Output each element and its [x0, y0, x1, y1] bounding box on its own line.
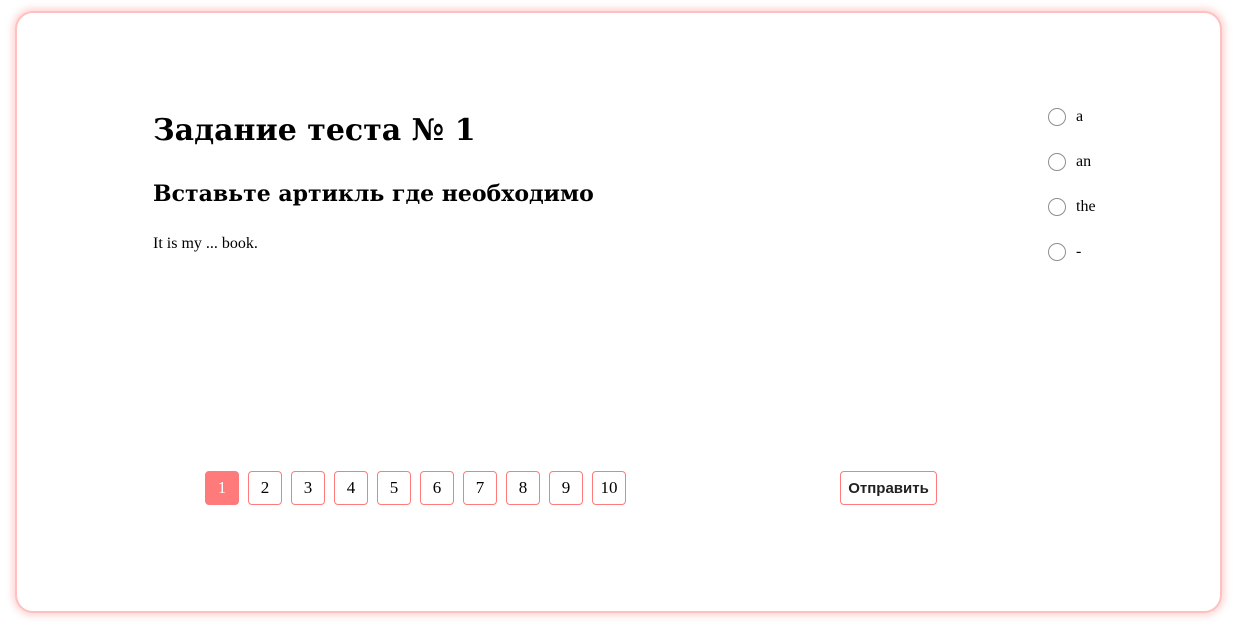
radio-button[interactable] [1048, 243, 1066, 261]
answer-option-none[interactable]: - [1048, 241, 1168, 263]
answer-options: a an the - [1048, 106, 1168, 286]
test-card: Задание теста № 1 Вставьте артикль где н… [15, 11, 1222, 613]
test-title: Задание теста № 1 [153, 113, 476, 148]
page-button-4[interactable]: 4 [334, 471, 368, 505]
answer-label: the [1076, 198, 1096, 215]
answer-option-a[interactable]: a [1048, 106, 1168, 128]
page-button-7[interactable]: 7 [463, 471, 497, 505]
page-button-2[interactable]: 2 [248, 471, 282, 505]
page-button-1[interactable]: 1 [205, 471, 239, 505]
radio-button[interactable] [1048, 108, 1066, 126]
answer-label: a [1076, 108, 1084, 125]
page-button-10[interactable]: 10 [592, 471, 626, 505]
answer-option-an[interactable]: an [1048, 151, 1168, 173]
answer-label: - [1076, 243, 1082, 260]
test-instruction: Вставьте артикль где необходимо [153, 181, 594, 207]
answer-label: an [1076, 153, 1092, 170]
page-button-8[interactable]: 8 [506, 471, 540, 505]
page-button-6[interactable]: 6 [420, 471, 454, 505]
question-pagination: 1 2 3 4 5 6 7 8 9 10 [205, 471, 635, 505]
radio-button[interactable] [1048, 153, 1066, 171]
submit-button[interactable]: Отправить [840, 471, 937, 505]
question-text: It is my ... book. [153, 235, 258, 252]
page-button-3[interactable]: 3 [291, 471, 325, 505]
radio-button[interactable] [1048, 198, 1066, 216]
answer-option-the[interactable]: the [1048, 196, 1168, 218]
page-button-9[interactable]: 9 [549, 471, 583, 505]
page-button-5[interactable]: 5 [377, 471, 411, 505]
